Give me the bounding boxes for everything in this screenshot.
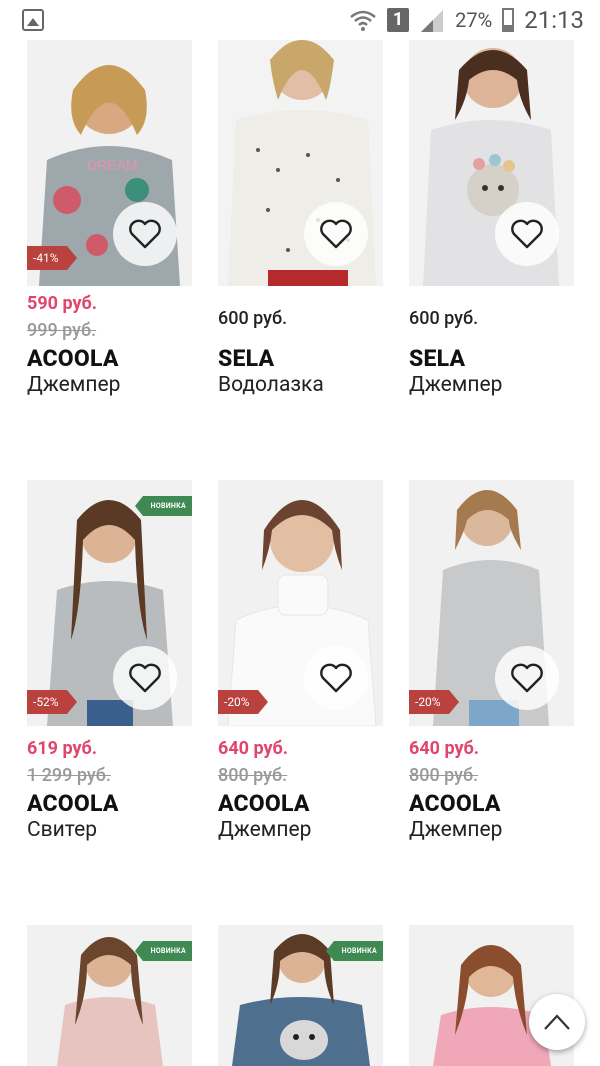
signal-icon [421,10,444,32]
product-price: 640 руб. [218,738,289,759]
heart-icon [511,663,543,693]
battery-icon [502,8,515,32]
favorite-button[interactable] [304,202,368,266]
favorite-button[interactable] [495,202,559,266]
old-price: 800 руб. [218,765,288,786]
product-name: Свитер [27,818,98,842]
product-name: Джемпер [409,373,503,397]
product-price: 600 руб. [409,308,479,329]
product-brand: ACOOLA [27,790,119,817]
discount-badge: -20% [409,690,459,714]
svg-text:DREAM: DREAM [87,157,138,173]
scroll-to-top-button[interactable] [529,994,585,1050]
heart-icon [129,219,161,249]
product-price: 590 руб. [27,293,98,314]
product-brand: ACOOLA [409,790,501,817]
favorite-button[interactable] [113,646,177,710]
chevron-up-icon [544,1014,570,1030]
favorite-button[interactable] [304,646,368,710]
new-badge: НОВИНКА [134,941,192,961]
new-badge: НОВИНКА [134,496,192,516]
product-brand: ACOOLA [218,790,310,817]
favorite-button[interactable] [113,202,177,266]
battery-percent: 27% [455,8,493,32]
product-brand: SELA [218,345,275,372]
product-price: 619 руб. [27,738,98,759]
old-price: 800 руб. [409,765,479,786]
product-price: 600 руб. [218,308,288,329]
discount-badge: -41% [27,246,77,270]
favorite-button[interactable] [495,646,559,710]
status-bar: 1 27% 21:13 [0,0,600,40]
heart-icon [320,663,352,693]
discount-badge: -52% [27,690,77,714]
heart-icon [511,219,543,249]
product-name: Джемпер [218,818,312,842]
product-name: Джемпер [27,373,121,397]
sim-icon: 1 [387,8,410,32]
new-badge: НОВИНКА [325,941,383,961]
product-price: 640 руб. [409,738,480,759]
discount-badge: -20% [218,690,268,714]
heart-icon [129,663,161,693]
product-name: Джемпер [409,818,503,842]
product-name: Водолазка [218,373,324,397]
product-brand: ACOOLA [27,345,119,372]
old-price: 1 299 руб. [27,765,111,786]
heart-icon [320,219,352,249]
wifi-icon [350,10,376,31]
product-brand: SELA [409,345,466,372]
clock: 21:13 [524,6,584,34]
gallery-notification-icon [22,9,44,31]
old-price: 999 руб. [27,320,97,341]
